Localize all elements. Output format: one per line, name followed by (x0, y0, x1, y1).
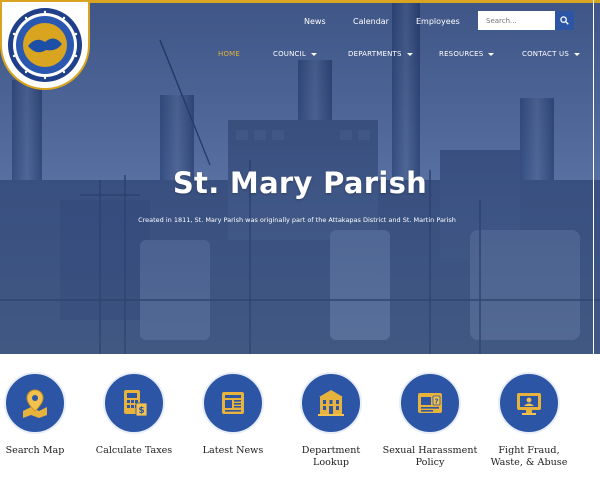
nav-item-departments[interactable]: DEPARTMENTS (348, 50, 413, 58)
search-button[interactable] (555, 11, 574, 30)
utility-link-news[interactable]: News (304, 17, 326, 26)
quick-link-label: Fight Fraud, Waste, & Abuse (490, 445, 568, 468)
chevron-down-icon (488, 52, 495, 56)
quick-link-calculate-taxes[interactable]: $ Calculate Taxes (86, 372, 182, 457)
search-input[interactable] (478, 11, 555, 30)
seal-icon (8, 8, 82, 82)
quick-link-label: Calculate Taxes (95, 445, 173, 456)
quick-link-sexual-harassment-policy[interactable]: ? Sexual Harassment Policy (382, 372, 478, 469)
nav-item-contact-us[interactable]: CONTACT US (522, 50, 580, 58)
policy-document-icon: ? (418, 393, 442, 413)
computer-user-icon (517, 393, 541, 415)
nav-item-resources[interactable]: RESOURCES (439, 50, 495, 58)
page-edge (593, 0, 594, 480)
quick-link-label: Search Map (5, 445, 65, 456)
quick-link-label: Sexual Harassment Policy (382, 445, 478, 468)
nav-item-label: CONTACT US (522, 50, 569, 58)
quick-link-search-map[interactable]: Search Map (0, 372, 83, 457)
utility-link-employees[interactable]: Employees (416, 17, 460, 26)
nav-item-label: HOME (218, 50, 241, 58)
quick-link-latest-news[interactable]: Latest News (185, 372, 281, 457)
nav-item-label: DEPARTMENTS (348, 50, 402, 58)
map-pin-icon (23, 389, 47, 418)
quick-link-circle (4, 372, 66, 434)
quick-link-circle: $ (103, 372, 165, 434)
building-icon (318, 390, 344, 416)
quick-link-circle (498, 372, 560, 434)
nav-item-home[interactable]: HOME (218, 50, 240, 58)
hero-subtitle: Created in 1811, St. Mary Parish was ori… (138, 216, 456, 224)
search-icon (560, 16, 569, 25)
nav-item-label: RESOURCES (439, 50, 484, 58)
chevron-down-icon (311, 52, 318, 56)
newspaper-icon (222, 392, 244, 414)
chevron-down-icon (574, 52, 580, 56)
svg-text:$: $ (138, 406, 144, 416)
quick-link-label: Latest News (202, 445, 264, 456)
parish-seal-logo[interactable] (0, 0, 90, 90)
nav-item-council[interactable]: COUNCIL (273, 50, 318, 58)
quick-link-department-lookup[interactable]: Department Lookup (283, 372, 379, 469)
top-accent-bar (0, 0, 600, 3)
utility-link-calendar[interactable]: Calendar (353, 17, 389, 26)
page-title: St. Mary Parish (172, 166, 428, 200)
quick-links: Search Map $ Calculate Taxes Latest News… (0, 354, 600, 480)
quick-link-circle (300, 372, 362, 434)
svg-text:?: ? (434, 398, 438, 406)
quick-link-fight-fraud[interactable]: Fight Fraud, Waste, & Abuse (481, 372, 577, 469)
nav-item-label: COUNCIL (273, 50, 307, 58)
quick-link-circle: ? (399, 372, 461, 434)
calculator-icon: $ (124, 390, 148, 417)
quick-link-circle (202, 372, 264, 434)
quick-link-label: Department Lookup (301, 445, 361, 468)
chevron-down-icon (406, 52, 413, 56)
